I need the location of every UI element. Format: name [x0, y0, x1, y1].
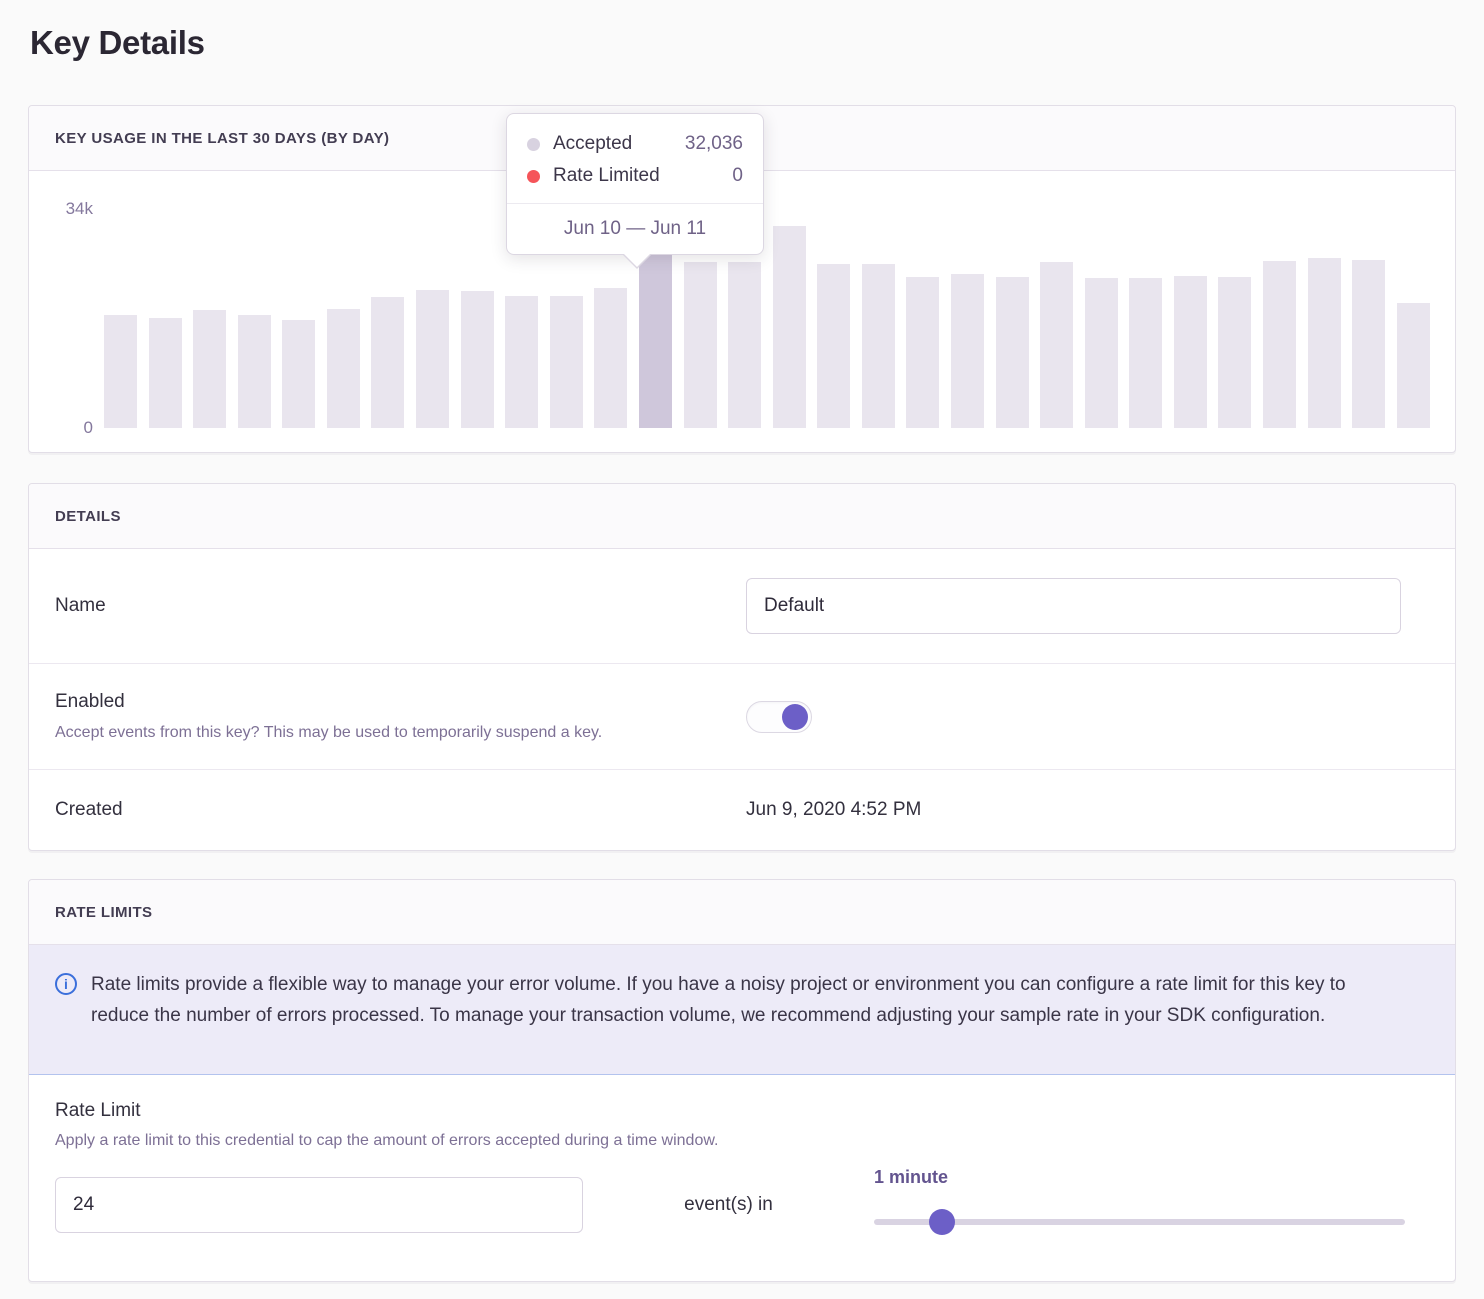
rate-limits-panel: RATE LIMITS i Rate limits provide a flex…	[28, 879, 1456, 1282]
usage-bar[interactable]	[371, 297, 404, 428]
created-field-row: Created Jun 9, 2020 4:52 PM	[29, 769, 1455, 850]
usage-bar[interactable]	[1174, 276, 1207, 428]
usage-bar[interactable]	[550, 296, 583, 428]
rate-limit-controls: event(s) in 1 minute	[55, 1177, 1405, 1233]
details-panel: DETAILS Name Enabled Accept events from …	[28, 483, 1456, 851]
tooltip-accepted-label: Accepted	[553, 133, 632, 155]
usage-bar[interactable]	[238, 315, 271, 428]
tooltip-rate-limited-value: 0	[732, 165, 743, 187]
usage-bar[interactable]	[862, 264, 895, 428]
key-usage-panel: KEY USAGE IN THE LAST 30 DAYS (BY DAY) 3…	[28, 105, 1456, 453]
tooltip-row-rate-limited: Rate Limited 0	[527, 160, 743, 192]
usage-bar[interactable]	[1397, 303, 1430, 428]
enabled-label: Enabled	[55, 691, 716, 713]
usage-bar[interactable]	[416, 290, 449, 428]
usage-bar[interactable]	[1263, 261, 1296, 428]
created-field-right: Jun 9, 2020 4:52 PM	[746, 799, 1455, 821]
usage-bar[interactable]	[505, 296, 538, 428]
usage-bar[interactable]	[906, 277, 939, 428]
tooltip-accepted-value: 32,036	[685, 133, 743, 155]
usage-bar[interactable]	[1218, 277, 1251, 428]
usage-bar[interactable]	[684, 262, 717, 428]
rate-limits-info-alert: i Rate limits provide a flexible way to …	[29, 945, 1455, 1075]
tooltip-rate-limited-label: Rate Limited	[553, 165, 660, 187]
tooltip-row-accepted: Accepted 32,036	[527, 128, 743, 160]
y-axis-tick-zero: 0	[59, 418, 93, 438]
usage-bar[interactable]	[1085, 278, 1118, 428]
usage-bar[interactable]	[1352, 260, 1385, 428]
usage-bar[interactable]	[773, 226, 806, 428]
key-usage-panel-title: KEY USAGE IN THE LAST 30 DAYS (BY DAY)	[55, 130, 389, 147]
chart-tooltip-body: Accepted 32,036 Rate Limited 0	[507, 114, 763, 203]
usage-bar[interactable]	[728, 262, 761, 428]
rate-limits-info-text: Rate limits provide a flexible way to ma…	[91, 969, 1405, 1031]
name-input[interactable]	[746, 578, 1401, 634]
usage-bar[interactable]	[461, 291, 494, 428]
chart-tooltip: Accepted 32,036 Rate Limited 0 Jun 10 — …	[506, 113, 764, 255]
y-axis-tick-max: 34k	[59, 199, 93, 219]
key-details-page: Key Details KEY USAGE IN THE LAST 30 DAY…	[0, 0, 1484, 1290]
name-field-right	[746, 578, 1455, 634]
created-field-left: Created	[29, 799, 746, 821]
usage-bar[interactable]	[1129, 278, 1162, 428]
usage-bar[interactable]	[282, 320, 315, 428]
enabled-field-row: Enabled Accept events from this key? Thi…	[29, 663, 1455, 769]
enabled-field-left: Enabled Accept events from this key? Thi…	[29, 691, 746, 743]
created-label: Created	[55, 799, 716, 821]
info-icon: i	[55, 973, 77, 995]
usage-bar[interactable]	[1040, 262, 1073, 428]
rate-limits-panel-header: RATE LIMITS	[29, 880, 1455, 945]
name-field-row: Name	[29, 549, 1455, 663]
name-field-left: Name	[29, 595, 746, 617]
usage-bar[interactable]	[149, 318, 182, 428]
usage-bar[interactable]	[193, 310, 226, 428]
slider-thumb[interactable]	[929, 1209, 955, 1235]
rate-limit-count-input[interactable]	[55, 1177, 583, 1233]
usage-bar[interactable]	[817, 264, 850, 428]
usage-bar[interactable]	[594, 288, 627, 428]
usage-bar[interactable]	[104, 315, 137, 428]
enabled-toggle[interactable]	[746, 701, 812, 733]
slider-value-label: 1 minute	[874, 1167, 948, 1188]
page-title: Key Details	[30, 24, 1456, 68]
rate-limits-panel-title: RATE LIMITS	[55, 904, 152, 921]
enabled-field-right	[746, 701, 1455, 733]
usage-bars	[104, 208, 1430, 428]
accepted-dot-icon	[527, 138, 540, 151]
rate-limit-help-text: Apply a rate limit to this credential to…	[55, 1132, 1405, 1150]
rate-limit-between-text: event(s) in	[583, 1194, 874, 1216]
tooltip-date-range: Jun 10 — Jun 11	[507, 203, 763, 254]
enabled-help-text: Accept events from this key? This may be…	[55, 722, 716, 743]
name-label: Name	[55, 595, 716, 617]
rate-limit-window-slider: 1 minute	[874, 1177, 1405, 1233]
usage-bar[interactable]	[996, 277, 1029, 428]
toggle-knob	[782, 704, 808, 730]
details-panel-title: DETAILS	[55, 508, 121, 525]
usage-bar[interactable]	[1308, 258, 1341, 428]
usage-bar[interactable]	[327, 309, 360, 428]
rate-limited-dot-icon	[527, 170, 540, 183]
rate-limit-label: Rate Limit	[55, 1100, 1405, 1122]
details-panel-header: DETAILS	[29, 484, 1455, 549]
rate-limit-field: Rate Limit Apply a rate limit to this cr…	[29, 1075, 1455, 1281]
created-value: Jun 9, 2020 4:52 PM	[746, 799, 1401, 821]
usage-bar[interactable]	[951, 274, 984, 428]
